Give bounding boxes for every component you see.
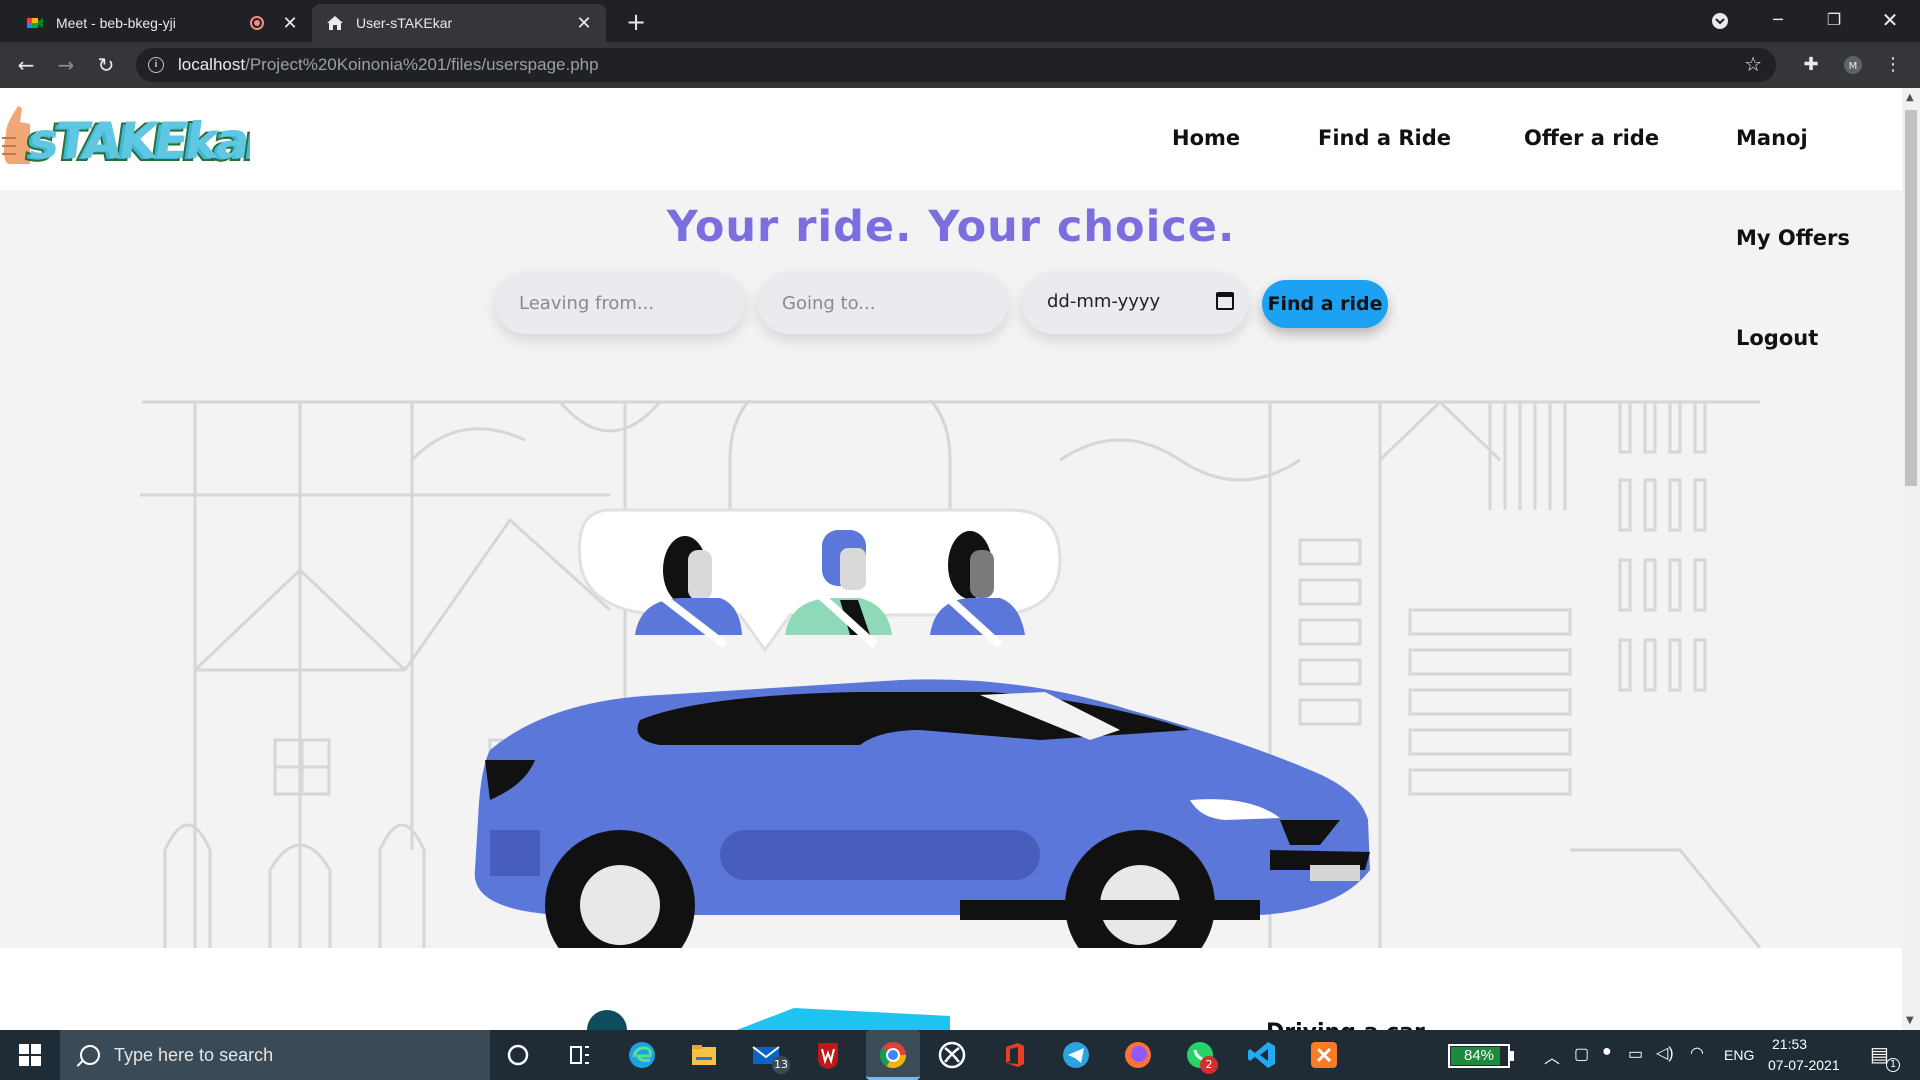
nav-user-menu[interactable]: Manoj <box>1736 126 1808 150</box>
power-icon[interactable]: ▭ <box>1628 1044 1643 1064</box>
tab-title: Meet - beb-bkeg-yji <box>56 15 176 31</box>
xbox-icon[interactable] <box>936 1039 968 1071</box>
browser-menu-icon[interactable]: ⋮ <box>1880 52 1906 78</box>
below-fold-section: Driving a car <box>0 948 1902 1030</box>
nav-logout[interactable]: Logout <box>1736 326 1818 350</box>
leaving-from-input[interactable] <box>495 272 745 334</box>
cortana-icon[interactable] <box>502 1039 534 1071</box>
windows-logo-icon <box>19 1044 41 1066</box>
clock-time[interactable]: 21:53 <box>1772 1036 1807 1052</box>
calendar-icon[interactable] <box>1216 292 1234 310</box>
whatsapp-badge: 2 <box>1200 1056 1218 1074</box>
tab-meet[interactable]: Meet - beb-bkeg-yji ✕ <box>12 4 312 42</box>
new-tab-button[interactable]: + <box>620 6 652 38</box>
office-icon[interactable] <box>998 1039 1030 1071</box>
page-scrollbar[interactable]: ▲ ▼ <box>1902 88 1920 1030</box>
home-icon <box>327 16 343 30</box>
bookmark-star-icon[interactable]: ☆ <box>1744 52 1762 76</box>
carpool-illustration <box>140 400 1762 948</box>
svg-text:M: M <box>1849 61 1858 72</box>
back-button[interactable]: ← <box>10 50 42 80</box>
battery-tip <box>1510 1051 1514 1061</box>
section-heading: Driving a car <box>1266 1020 1425 1030</box>
tab-close-icon[interactable]: ✕ <box>278 13 302 34</box>
file-explorer-icon[interactable] <box>688 1039 720 1071</box>
show-hidden-icons-chevron-icon[interactable]: ︿ <box>1544 1044 1560 1068</box>
google-meet-icon <box>27 18 43 28</box>
notification-badge: 1 <box>1886 1058 1900 1072</box>
webpage: sTAKEkar sTAKEkar Home Find a Ride Offer… <box>0 88 1902 1030</box>
browser-tab-bar: Meet - beb-bkeg-yji ✕ User-sTAKEkar ✕ + … <box>0 0 1920 42</box>
scroll-down-icon[interactable]: ▼ <box>1906 1015 1914 1026</box>
url-text[interactable]: localhost/Project%20Koinonia%201/files/u… <box>178 55 599 75</box>
url-bar[interactable]: i localhost/Project%20Koinonia%201/files… <box>136 48 1776 82</box>
telegram-icon[interactable] <box>1060 1039 1092 1071</box>
recording-icon <box>250 16 264 30</box>
windows-taskbar: Type here to search 13 2 84% ︿ ▢ ● ▭ ◁) … <box>0 1030 1920 1080</box>
hero-headline: Your ride. Your choice. <box>666 202 1236 252</box>
vscode-icon[interactable] <box>1246 1039 1278 1071</box>
find-ride-button[interactable]: Find a ride <box>1262 280 1388 328</box>
battery-indicator[interactable]: 84% <box>1448 1044 1510 1068</box>
language-indicator[interactable]: ENG <box>1724 1047 1754 1063</box>
nav-my-offers[interactable]: My Offers <box>1736 226 1850 250</box>
scrollbar-thumb[interactable] <box>1905 110 1917 486</box>
mcafee-icon[interactable] <box>812 1039 844 1071</box>
car-icon <box>474 679 1371 948</box>
wifi-icon[interactable]: ◠ <box>1690 1043 1704 1063</box>
restore-button[interactable]: ❐ <box>1806 0 1862 42</box>
profile-icon[interactable]: M <box>1840 52 1866 78</box>
date-placeholder: dd-mm-yyyy <box>1047 291 1161 312</box>
minimize-button[interactable]: ─ <box>1750 0 1806 42</box>
stakekar-logo[interactable]: sTAKEkar sTAKEkar <box>0 94 250 178</box>
xampp-icon[interactable] <box>1308 1039 1340 1071</box>
scroll-up-icon[interactable]: ▲ <box>1906 92 1914 103</box>
svg-text:sTAKEkar: sTAKEkar <box>25 111 250 170</box>
taskbar-search-box[interactable]: Type here to search <box>60 1030 490 1080</box>
avatar-blob <box>587 1010 627 1030</box>
windows-start-button[interactable] <box>0 1030 60 1080</box>
firefox-icon[interactable] <box>1122 1039 1154 1071</box>
tab-close-icon[interactable]: ✕ <box>572 13 596 34</box>
going-to-input[interactable] <box>758 272 1008 334</box>
search-icon <box>80 1045 100 1065</box>
close-window-button[interactable]: ✕ <box>1862 0 1918 42</box>
hero-section: Your ride. Your choice. dd-mm-yyyy Find … <box>0 190 1902 948</box>
microphone-icon[interactable]: ● <box>1602 1043 1612 1061</box>
date-input[interactable]: dd-mm-yyyy <box>1022 272 1248 334</box>
tab-search-icon[interactable] <box>1692 0 1748 42</box>
task-view-icon[interactable] <box>564 1039 596 1071</box>
tab-title: User-sTAKEkar <box>356 15 453 31</box>
volume-icon[interactable]: ◁) <box>1656 1043 1674 1063</box>
site-info-icon[interactable]: i <box>148 57 164 73</box>
meet-now-icon[interactable]: ▢ <box>1574 1044 1589 1064</box>
site-header: sTAKEkar sTAKEkar Home Find a Ride Offer… <box>0 88 1902 190</box>
nav-home[interactable]: Home <box>1172 126 1240 150</box>
address-toolbar: ← → ↻ i localhost/Project%20Koinonia%201… <box>0 42 1920 88</box>
chrome-icon[interactable] <box>866 1030 920 1080</box>
extensions-puzzle-icon[interactable]: ✚ <box>1798 52 1824 78</box>
reload-button[interactable]: ↻ <box>90 50 122 80</box>
edge-icon[interactable] <box>626 1039 658 1071</box>
nav-offer-ride[interactable]: Offer a ride <box>1524 126 1659 150</box>
forward-button[interactable]: → <box>50 50 82 80</box>
diamond-illustration <box>690 1008 950 1030</box>
battery-percent: 84% <box>1463 1047 1495 1064</box>
mail-badge: 13 <box>772 1056 790 1074</box>
passengers-bubble <box>577 508 1062 653</box>
nav-find-ride[interactable]: Find a Ride <box>1318 126 1451 150</box>
tab-userspage[interactable]: User-sTAKEkar ✕ <box>312 4 606 42</box>
search-placeholder: Type here to search <box>114 1044 274 1065</box>
clock-date[interactable]: 07-07-2021 <box>1768 1057 1840 1073</box>
